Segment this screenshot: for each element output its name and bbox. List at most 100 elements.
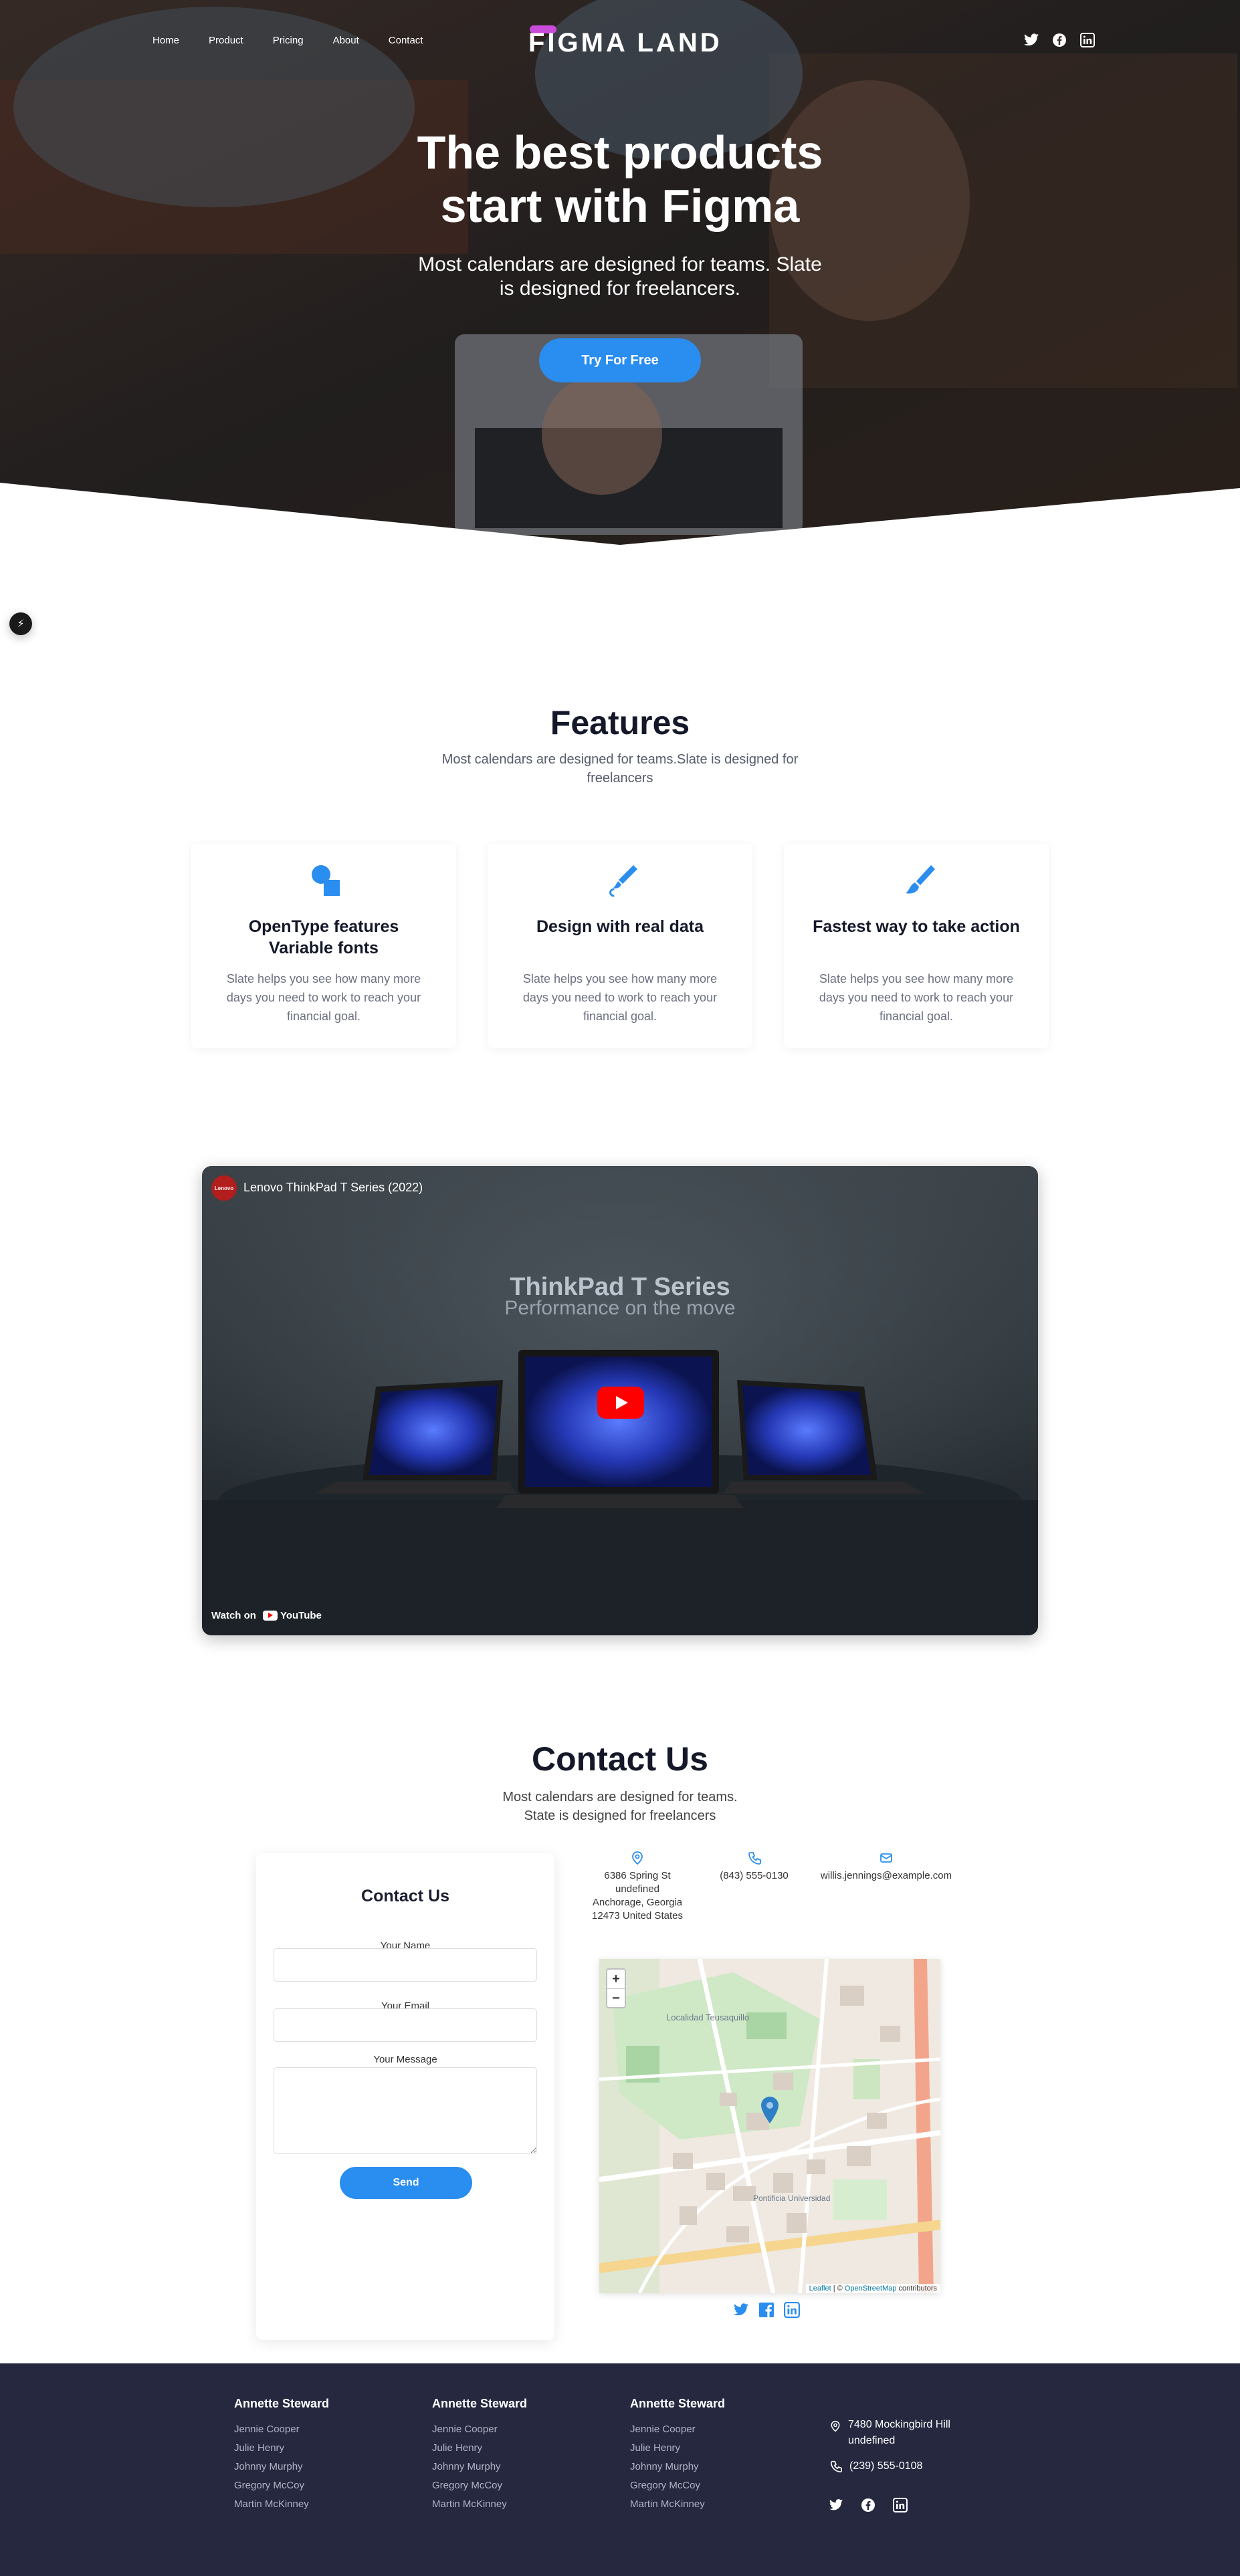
pen-icon — [609, 865, 637, 897]
contact-title: Contact Us — [532, 1740, 708, 1778]
contact-subtitle-line2: State is designed for freelancers — [524, 1808, 716, 1823]
nav-product[interactable]: Product — [209, 35, 243, 46]
contact-social-links — [733, 2302, 800, 2318]
footer-phone: (239) 555-0108 — [829, 2460, 922, 2473]
contact-subtitle-line1: Most calendars are designed for teams. — [502, 1790, 738, 1804]
contact-subtitle: Most calendars are designed for teams. S… — [419, 1788, 821, 1825]
contact-email: willis.jennings@example.com — [811, 1851, 962, 1883]
location-map[interactable]: Localidad Teusaquillo Pontificia Univers… — [599, 1959, 940, 2293]
feature-card-desc: Slate helps you see how many more days y… — [522, 972, 718, 1023]
footer-link[interactable]: Johnny Murphy — [432, 2462, 527, 2472]
footer-link[interactable]: Gregory McCoy — [630, 2480, 725, 2491]
footer-social-links — [828, 2497, 908, 2513]
footer-link[interactable]: Martin McKinney — [630, 2499, 725, 2510]
footer-phone-value[interactable]: (239) 555-0108 — [849, 2460, 922, 2472]
hero-title-line1: The best products — [417, 126, 823, 179]
floating-widget-icon[interactable]: ⚡ — [9, 612, 32, 635]
watch-on-youtube-link[interactable]: Watch on YouTube — [211, 1610, 322, 1621]
leaflet-link[interactable]: Leaflet — [809, 2285, 831, 2293]
feature-card: Design with real data Slate helps you se… — [488, 844, 752, 1048]
openstreetmap-link[interactable]: OpenStreetMap — [845, 2285, 897, 2293]
hero-subtitle-line2: is designed for freelancers. — [499, 277, 741, 300]
footer-link[interactable]: Jennie Cooper — [630, 2424, 725, 2435]
map-attribution: Leaflet | © OpenStreetMap contributors — [805, 2284, 940, 2293]
hero-subtitle: Most calendars are designed for teams. S… — [0, 253, 1240, 301]
zoom-out-button[interactable]: − — [607, 1988, 625, 2007]
hero-title-line2: start with Figma — [440, 180, 800, 232]
contact-form: Contact Us Your Name Your Email Your Mes… — [256, 1853, 554, 2340]
nav-contact[interactable]: Contact — [389, 35, 423, 46]
shapes-icon — [312, 865, 340, 896]
email-input[interactable] — [274, 2008, 537, 2042]
footer-link[interactable]: Johnny Murphy — [234, 2462, 329, 2472]
map-marker-icon[interactable] — [761, 2097, 779, 2123]
footer-link[interactable]: Johnny Murphy — [630, 2462, 725, 2472]
main-nav: Home Product Pricing About Contact — [152, 35, 452, 46]
channel-avatar[interactable]: Lenovo — [211, 1175, 237, 1201]
footer-column: Annette Steward Jennie Cooper Julie Henr… — [234, 2397, 329, 2518]
footer-link[interactable]: Martin McKinney — [432, 2499, 527, 2510]
map-place-label: Localidad Teusaquillo — [666, 2012, 749, 2022]
footer-column: Annette Steward Jennie Cooper Julie Henr… — [432, 2397, 527, 2518]
map-place-label: Pontificia Universidad — [753, 2194, 830, 2203]
facebook-icon[interactable] — [758, 2302, 774, 2318]
video-title[interactable]: Lenovo ThinkPad T Series (2022) — [243, 1181, 423, 1195]
contact-form-title: Contact Us — [361, 1887, 449, 1905]
facebook-icon[interactable] — [1051, 32, 1067, 48]
site-logo[interactable]: FIGMA LAND — [528, 28, 722, 58]
footer-address-line: 7480 Mockingbird Hill — [848, 2419, 950, 2430]
try-for-free-button[interactable]: Try For Free — [539, 338, 701, 382]
twitter-icon[interactable] — [1023, 32, 1039, 48]
contact-address: 6386 Spring St undefined Anchorage, Geor… — [589, 1851, 686, 1923]
feature-card-title: Design with real data — [536, 917, 704, 936]
location-pin-icon — [632, 1851, 643, 1865]
nav-about[interactable]: About — [333, 35, 359, 46]
message-label: Your Message — [373, 2054, 437, 2065]
feature-card-title: Fastest way to take action — [813, 917, 1020, 936]
footer-link[interactable]: Gregory McCoy — [432, 2480, 527, 2491]
footer-link[interactable]: Gregory McCoy — [234, 2480, 329, 2491]
youtube-wordmark: YouTube — [280, 1610, 322, 1621]
phone-icon — [830, 2460, 842, 2472]
feature-card-desc: Slate helps you see how many more days y… — [819, 972, 1014, 1023]
feature-card: OpenType features Variable fonts Slate h… — [191, 844, 456, 1048]
footer-address-line: undefined — [848, 2435, 896, 2446]
nav-home[interactable]: Home — [152, 35, 179, 46]
mail-icon — [880, 1853, 892, 1863]
contact-email-value[interactable]: willis.jennings@example.com — [821, 1870, 952, 1881]
address-line: 12473 United States — [592, 1910, 683, 1921]
site-footer: Annette Steward Jennie Cooper Julie Henr… — [0, 2363, 1240, 2576]
footer-link[interactable]: Martin McKinney — [234, 2499, 329, 2510]
attribution-tail: contributors — [896, 2285, 937, 2293]
footer-link[interactable]: Julie Henry — [630, 2443, 725, 2454]
nav-pricing[interactable]: Pricing — [273, 35, 304, 46]
send-button[interactable]: Send — [340, 2167, 472, 2199]
feature-card: Fastest way to take action Slate helps y… — [784, 844, 1049, 1048]
play-button-icon[interactable] — [597, 1387, 644, 1419]
brush-icon — [906, 865, 935, 894]
address-line: Anchorage, Georgia — [592, 1897, 683, 1908]
twitter-icon[interactable] — [733, 2302, 749, 2318]
footer-column-title: Annette Steward — [630, 2397, 726, 2410]
zoom-in-button[interactable]: + — [607, 1970, 625, 1988]
footer-link[interactable]: Jennie Cooper — [432, 2424, 527, 2435]
facebook-icon[interactable] — [860, 2497, 876, 2513]
footer-address-text: 7480 Mockingbird Hill undefined — [848, 2417, 950, 2449]
youtube-video-embed[interactable]: Lenovo Lenovo ThinkPad T Series (2022) T… — [202, 1166, 1038, 1635]
twitter-icon[interactable] — [828, 2497, 844, 2513]
footer-link[interactable]: Julie Henry — [234, 2443, 329, 2454]
location-pin-icon — [831, 2420, 840, 2432]
name-input[interactable] — [274, 1948, 537, 1982]
linkedin-icon[interactable] — [784, 2302, 800, 2318]
footer-address: 7480 Mockingbird Hill undefined — [829, 2417, 950, 2449]
message-textarea[interactable] — [274, 2067, 537, 2154]
header-social-links — [1023, 32, 1096, 48]
contact-phone-value[interactable]: (843) 555-0130 — [720, 1870, 789, 1881]
linkedin-icon[interactable] — [1079, 32, 1096, 48]
footer-column: Annette Steward Jennie Cooper Julie Henr… — [630, 2397, 725, 2518]
footer-link[interactable]: Jennie Cooper — [234, 2424, 329, 2435]
features-subtitle: Most calendars are designed for teams.Sl… — [441, 752, 799, 786]
phone-icon — [748, 1852, 761, 1865]
footer-link[interactable]: Julie Henry — [432, 2443, 527, 2454]
linkedin-icon[interactable] — [892, 2497, 908, 2513]
